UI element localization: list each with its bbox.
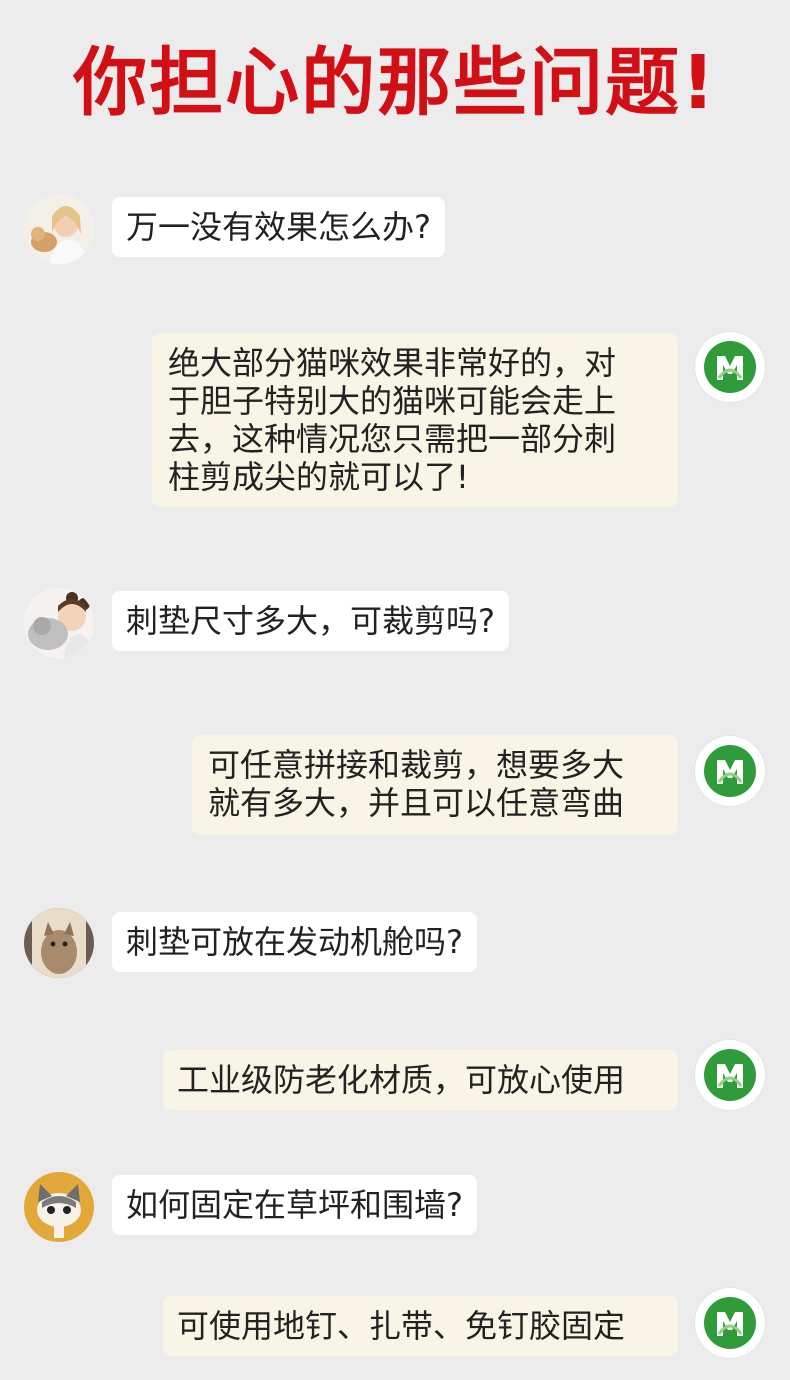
answer-bubble-4: 可使用地钉、扎带、免钉胶固定 <box>163 1296 678 1356</box>
answer-line: 柱剪成尖的就可以了! <box>168 458 469 496</box>
answer-bubble-1: 绝大部分猫咪效果非常好的，对 于胆子特别大的猫咪可能会走上 去，这种情况您只需把… <box>152 333 678 507</box>
question-bubble-4: 如何固定在草坪和围墙? <box>112 1175 477 1235</box>
question-bubble-1: 万一没有效果怎么办? <box>112 197 445 257</box>
page-title: 你担心的那些问题! <box>73 40 717 126</box>
girl-with-cat-avatar <box>24 588 94 658</box>
answer-bubble-2: 可任意拼接和裁剪，想要多大 就有多大，并且可以任意弯曲 <box>192 735 678 835</box>
question-bubble-2: 刺垫尺寸多大，可裁剪吗? <box>112 591 509 651</box>
answer-line: 去，这种情况您只需把一部分刺 <box>168 420 617 458</box>
green-m-logo-icon <box>695 1040 765 1110</box>
answer-line: 可任意拼接和裁剪，想要多大 <box>208 746 625 784</box>
answer-line: 绝大部分猫咪效果非常好的，对 <box>168 344 617 382</box>
answer-bubble-3: 工业级防老化材质，可放心使用 <box>163 1050 678 1110</box>
cartoon-cat-avatar <box>24 1172 94 1242</box>
green-m-logo-icon <box>695 736 765 806</box>
green-m-logo-icon <box>695 332 765 402</box>
woman-with-cat-avatar <box>24 194 94 264</box>
green-m-logo-icon <box>695 1288 765 1358</box>
question-bubble-3: 刺垫可放在发动机舱吗? <box>112 912 477 972</box>
answer-line: 于胆子特别大的猫咪可能会走上 <box>168 382 617 420</box>
answer-line: 就有多大，并且可以任意弯曲 <box>208 784 625 822</box>
kitten-avatar <box>24 908 94 978</box>
